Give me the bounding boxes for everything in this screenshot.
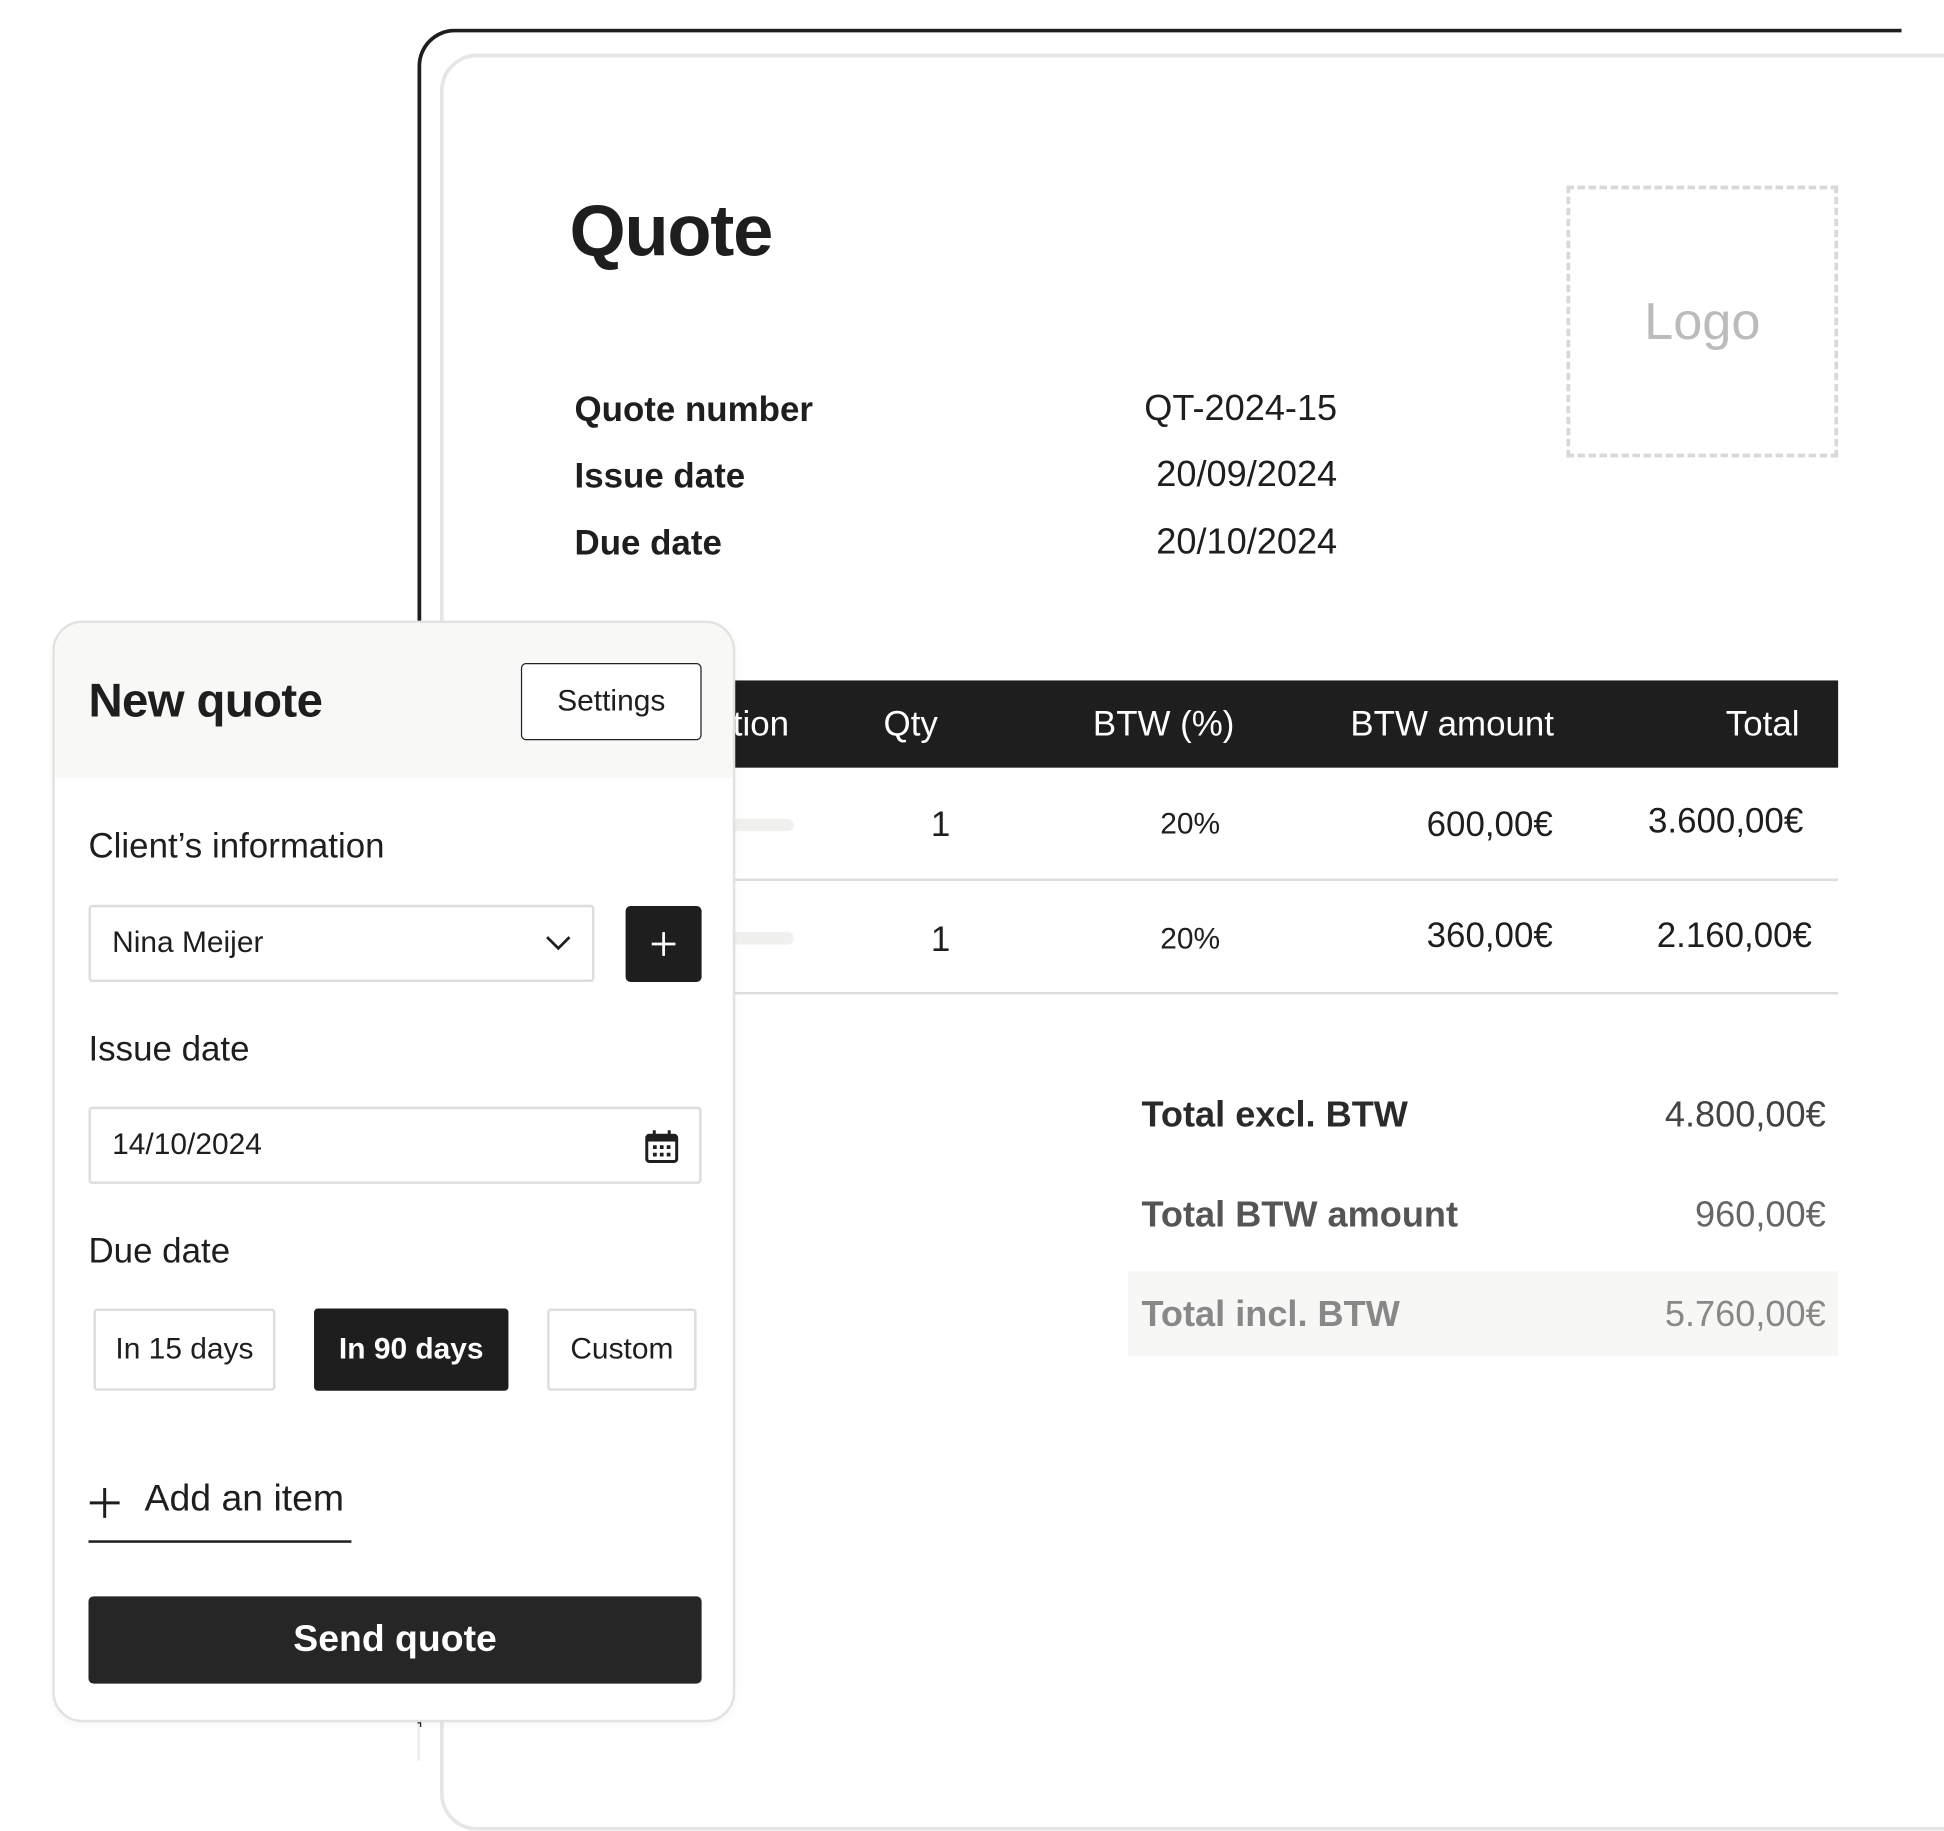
- calendar-icon[interactable]: [644, 1129, 679, 1164]
- plus-icon: [89, 1487, 120, 1518]
- due-option-90-days[interactable]: In 90 days: [314, 1308, 509, 1391]
- logo-placeholder-text: Logo: [1644, 291, 1761, 351]
- table-header: tion Qty BTW (%) BTW amount Total: [697, 680, 1839, 768]
- logo-placeholder[interactable]: Logo: [1566, 185, 1839, 458]
- meta-value-due-date: 20/10/2024: [1156, 522, 1338, 563]
- add-item-button[interactable]: Add an item: [88, 1477, 352, 1543]
- total-incl-label: Total incl. BTW: [1141, 1294, 1400, 1335]
- table-row: 1 20% 600,00€ 3.600,00€: [697, 768, 1839, 882]
- meta-label-quote-number: Quote number: [574, 390, 813, 429]
- cell-qty: 1: [930, 805, 951, 844]
- header-description: tion: [732, 704, 790, 743]
- issue-date-label: Issue date: [88, 1029, 250, 1068]
- total-incl-value: 5.760,00€: [1664, 1294, 1826, 1335]
- cell-btw-pct: 20%: [1160, 922, 1221, 956]
- header-qty: Qty: [883, 704, 938, 743]
- panel-title: New quote: [88, 675, 323, 728]
- total-excl-label: Total excl. BTW: [1141, 1095, 1408, 1136]
- meta-value-quote-number: QT-2024-15: [1144, 388, 1338, 429]
- send-quote-button[interactable]: Send quote: [88, 1596, 702, 1684]
- new-quote-panel: New quote Settings Client’s information …: [52, 620, 736, 1723]
- cell-btw-pct: 20%: [1160, 807, 1221, 842]
- cell-total: 3.600,00€: [1648, 801, 1804, 840]
- total-btw-label: Total BTW amount: [1141, 1195, 1459, 1235]
- cell-btw-amount: 360,00€: [1426, 915, 1553, 955]
- table-row: 1 20% 360,00€ 2.160,00€: [697, 881, 1839, 995]
- header-total: Total: [1725, 704, 1800, 743]
- client-label: Client’s information: [88, 826, 385, 865]
- issue-date-input[interactable]: 14/10/2024: [88, 1106, 702, 1184]
- cell-btw-amount: 600,00€: [1426, 805, 1553, 844]
- total-btw-value: 960,00€: [1695, 1195, 1826, 1235]
- meta-label-issue-date: Issue date: [574, 456, 746, 495]
- due-option-custom[interactable]: Custom: [547, 1308, 697, 1391]
- cell-total: 2.160,00€: [1656, 915, 1812, 955]
- meta-label-due-date: Due date: [574, 523, 722, 563]
- frame-edge: [417, 1723, 420, 1761]
- client-select[interactable]: Nina Meijer: [88, 904, 595, 983]
- settings-button[interactable]: Settings: [520, 662, 702, 741]
- chevron-down-icon: [546, 936, 571, 951]
- document-title: Quote: [569, 190, 774, 272]
- header-btw-pct: BTW (%): [1092, 704, 1235, 743]
- client-select-value: Nina Meijer: [112, 925, 264, 960]
- add-item-label: Add an item: [144, 1477, 345, 1520]
- due-date-label: Due date: [88, 1231, 231, 1270]
- plus-icon: [651, 932, 676, 956]
- header-btw-amount: BTW amount: [1350, 704, 1555, 743]
- meta-value-issue-date: 20/09/2024: [1156, 454, 1338, 495]
- total-excl-value: 4.800,00€: [1664, 1095, 1826, 1136]
- add-client-button[interactable]: [625, 905, 702, 983]
- issue-date-value: 14/10/2024: [112, 1127, 262, 1162]
- due-option-15-days[interactable]: In 15 days: [93, 1308, 276, 1391]
- cell-qty: 1: [930, 919, 951, 959]
